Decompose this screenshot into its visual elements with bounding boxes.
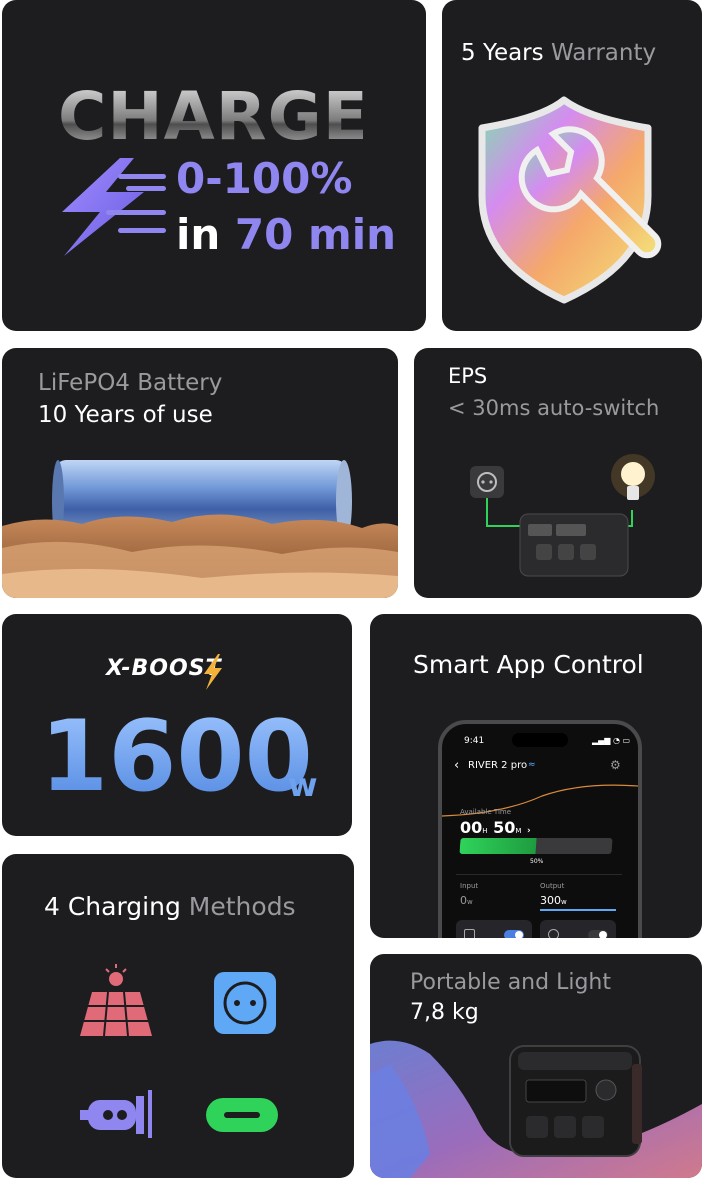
phone-status-icons: ▂▄▆ ◔ ▭ xyxy=(592,736,631,745)
input-value: 0w xyxy=(460,894,473,907)
warranty-card: 5 Years Warranty xyxy=(442,0,702,331)
portable-illustration xyxy=(370,1040,702,1178)
car-charger-icon xyxy=(80,1090,152,1138)
bluetooth-icon: ≈ xyxy=(528,760,536,770)
minutes-unit: M xyxy=(515,827,522,835)
charging-card: 4 Charging Methods xyxy=(2,854,354,1178)
app-card: Smart App Control 9:41 ▂▄▆ ◔ ▭ ‹ RIVER 2… xyxy=(370,614,702,938)
output-unit: w xyxy=(561,898,567,906)
minutes-value: 50 xyxy=(493,818,516,837)
chevron-right-icon[interactable]: › xyxy=(527,826,531,836)
dc-toggle-tile[interactable] xyxy=(540,920,616,938)
charge-title: CHARGE xyxy=(58,78,369,155)
hours-value: 00 xyxy=(460,818,483,837)
ac-outlet-icon xyxy=(464,929,475,938)
app-title: Smart App Control xyxy=(413,650,644,679)
eps-card: EPS < 30ms auto-switch xyxy=(414,348,702,598)
back-chevron-icon[interactable]: ‹ xyxy=(454,758,459,773)
output-label: Output xyxy=(540,882,565,890)
usb-c-icon xyxy=(206,1098,278,1132)
output-value: 300w xyxy=(540,894,567,907)
lightning-bolt-icon xyxy=(62,158,166,256)
power-station-icon xyxy=(519,513,629,577)
phone-divider xyxy=(456,874,622,875)
output-underline xyxy=(540,909,616,911)
battery-card: LiFePO4 Battery 10 Years of use xyxy=(2,348,398,598)
xboost-unit: w xyxy=(288,766,318,804)
charge-time-line: in 70 min xyxy=(176,210,396,259)
charge-card: CHARGE 0-100% in 70 min xyxy=(2,0,426,331)
light-bulb-icon xyxy=(611,454,655,500)
charge-time: 70 min xyxy=(234,210,397,259)
output-number: 300 xyxy=(540,894,561,907)
xboost-value: 1600 xyxy=(40,700,313,814)
bolt-icon xyxy=(204,654,222,690)
phone-mockup: 9:41 ▂▄▆ ◔ ▭ ‹ RIVER 2 pro ≈ ⚙ Available… xyxy=(438,720,642,938)
charging-icons xyxy=(80,964,278,1138)
phone-device-name: RIVER 2 pro xyxy=(468,760,528,771)
input-label: Input xyxy=(460,882,479,890)
gear-icon[interactable]: ⚙ xyxy=(610,758,621,772)
hours-unit: H xyxy=(482,827,488,835)
charge-range: 0-100% xyxy=(176,154,353,203)
battery-cell-illustration xyxy=(2,460,398,598)
dc-toggle-switch[interactable] xyxy=(588,930,608,938)
wall-socket-icon xyxy=(470,466,504,498)
charge-in-word: in xyxy=(176,210,221,259)
available-time-label: Available Time xyxy=(460,808,512,816)
battery-level: 50% xyxy=(530,858,544,865)
input-number: 0 xyxy=(460,894,467,907)
ac-toggle-switch[interactable] xyxy=(504,930,524,938)
car-port-icon xyxy=(548,929,559,938)
ac-toggle-tile[interactable] xyxy=(456,920,532,938)
solar-panel-icon xyxy=(80,964,152,1037)
shield-wrench-icon xyxy=(478,96,662,304)
phone-clock: 9:41 xyxy=(464,736,485,746)
available-time-value: 00H 50M › xyxy=(460,818,531,837)
wall-socket-icon xyxy=(214,972,276,1034)
battery-fill xyxy=(459,838,537,854)
eps-diagram xyxy=(470,454,655,577)
portable-card: Portable and Light 7,8 kg xyxy=(370,954,702,1178)
power-station-icon xyxy=(509,1045,642,1157)
battery-bar xyxy=(459,838,613,854)
input-unit: w xyxy=(467,898,473,906)
xboost-card: X-BOOST 1600 w xyxy=(2,614,352,836)
phone-notch xyxy=(512,733,568,747)
